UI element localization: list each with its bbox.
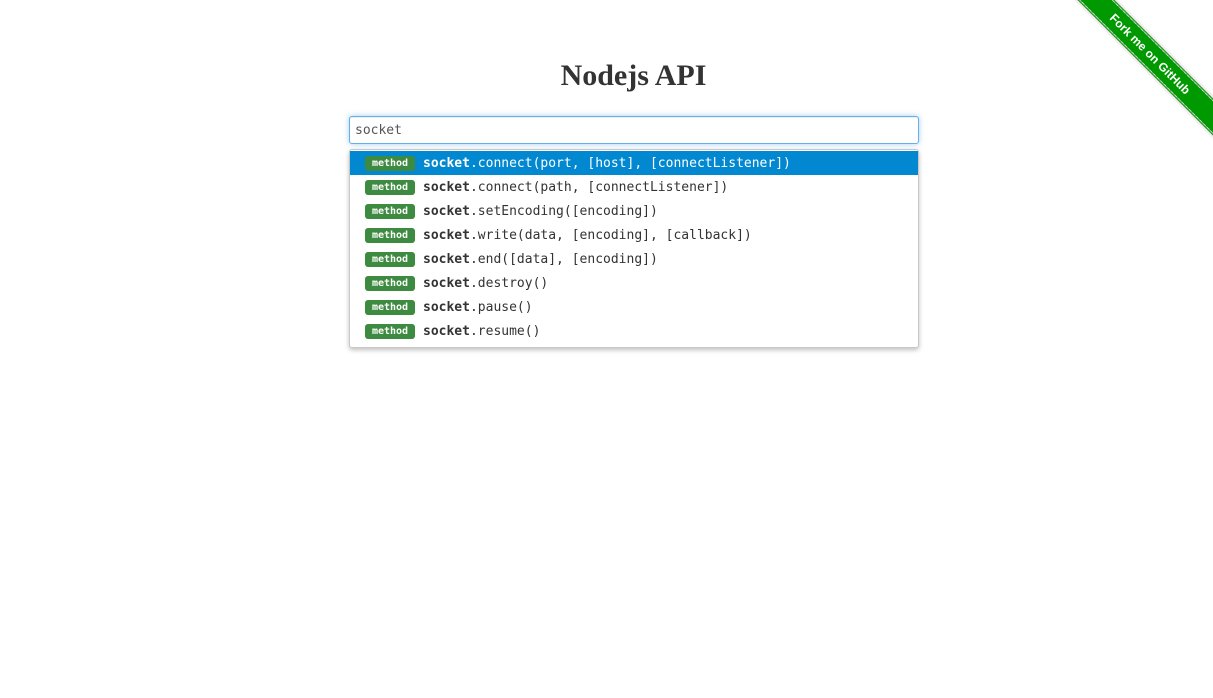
type-badge: method (365, 252, 415, 267)
type-badge: method (365, 276, 415, 291)
result-item[interactable]: method socket .connect(path, [connectList… (350, 175, 918, 199)
search-input[interactable] (349, 116, 919, 144)
result-item[interactable]: method socket .end([data], [encoding]) (350, 247, 918, 271)
match-term: socket (423, 299, 470, 315)
result-signature: .connect(port, [host], [connectListener]… (469, 155, 791, 171)
result-signature: .connect(path, [connectListener]) (469, 179, 729, 195)
type-badge: method (365, 156, 415, 171)
result-item[interactable]: method socket .setEncoding([encoding]) (350, 199, 918, 223)
fork-me-ribbon-link[interactable]: Fork me on GitHub (1066, 0, 1213, 144)
match-term: socket (423, 179, 470, 195)
type-badge: method (365, 204, 415, 219)
result-item[interactable]: method socket .connect(port, [host], [con… (350, 151, 918, 175)
match-term: socket (423, 323, 470, 339)
match-term: socket (423, 155, 470, 171)
result-signature: .resume() (469, 323, 541, 339)
match-term: socket (423, 275, 470, 291)
type-badge: method (365, 228, 415, 243)
type-badge: method (365, 300, 415, 315)
match-term: socket (423, 227, 470, 243)
result-signature: .setEncoding([encoding]) (469, 203, 658, 219)
result-item[interactable]: method socket .write(data, [encoding], [c… (350, 223, 918, 247)
autocomplete-dropdown: method socket .connect(port, [host], [con… (349, 149, 919, 348)
match-term: socket (423, 251, 470, 267)
result-signature: .write(data, [encoding], [callback]) (469, 227, 752, 243)
result-signature: .end([data], [encoding]) (469, 251, 658, 267)
result-item[interactable]: method socket .pause() (350, 295, 918, 319)
page-title: Nodejs API (560, 59, 707, 92)
result-item[interactable]: method socket .destroy() (350, 271, 918, 295)
match-term: socket (423, 203, 470, 219)
fork-ribbon-container: Fork me on GitHub (1063, 0, 1213, 150)
type-badge: method (365, 180, 415, 195)
result-signature: .pause() (469, 299, 533, 315)
result-item[interactable]: method socket .resume() (350, 319, 918, 343)
result-signature: .destroy() (469, 275, 549, 291)
type-badge: method (365, 324, 415, 339)
